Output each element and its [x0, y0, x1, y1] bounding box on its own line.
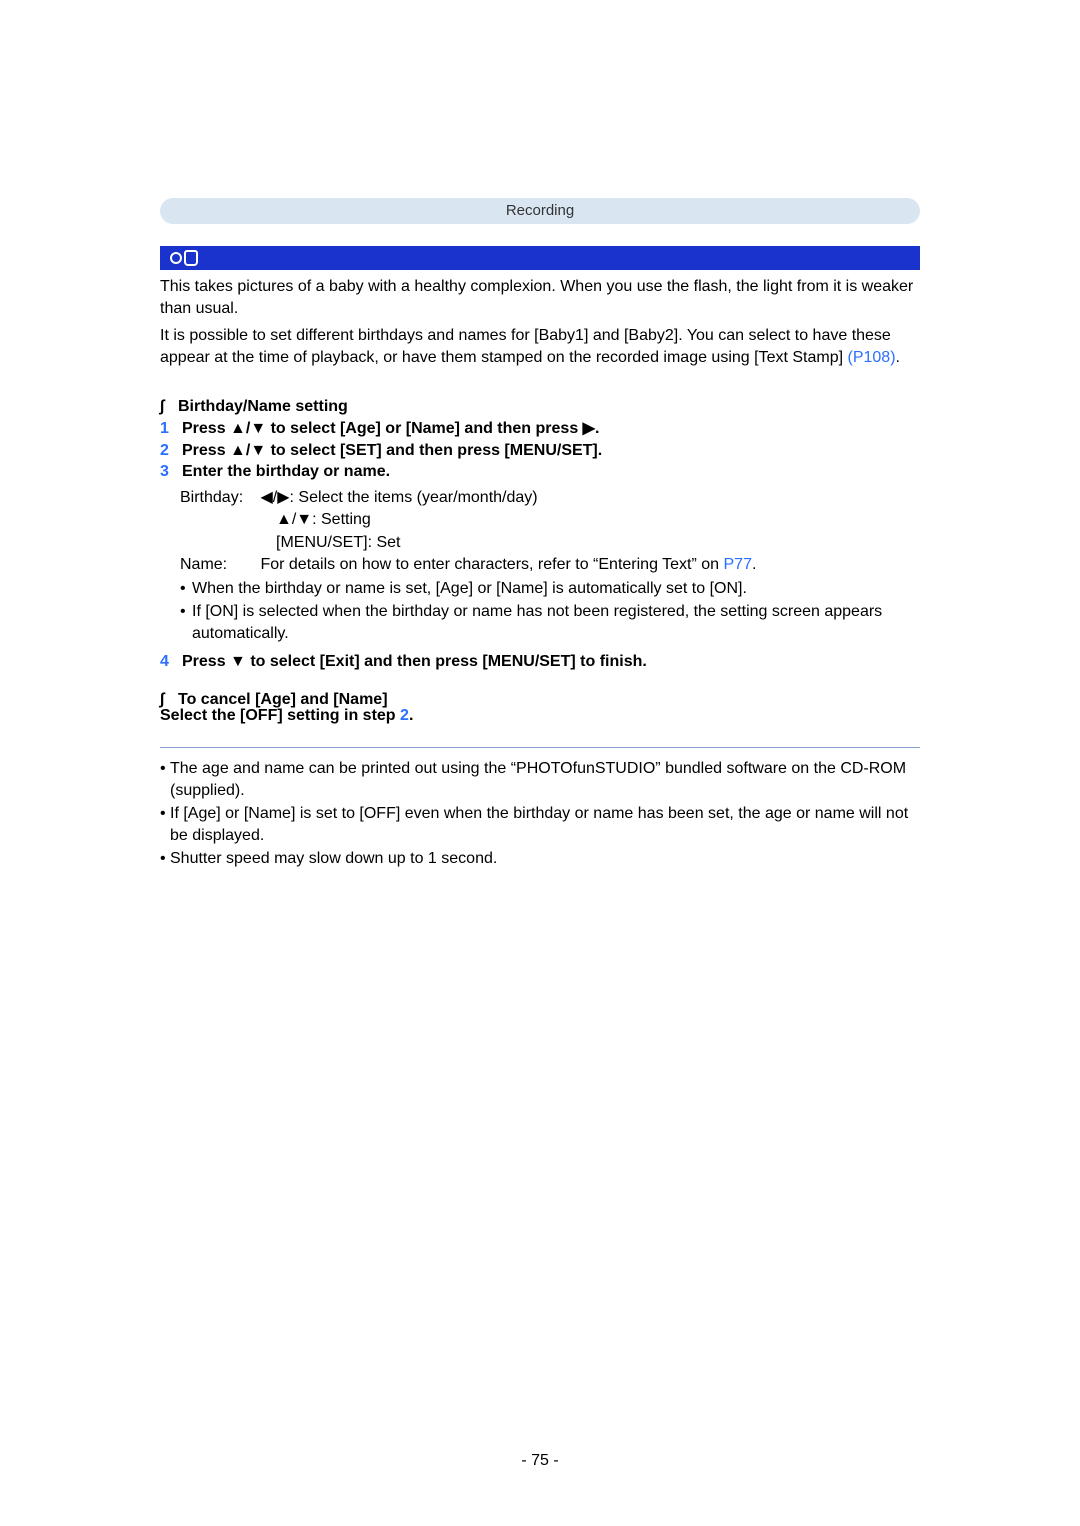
mode-title-bar: [160, 246, 920, 270]
intro-paragraph-2: It is possible to set different birthday…: [160, 325, 920, 368]
setting-heading: Birthday/Name setting: [178, 396, 348, 418]
birthday-rule-1: ◀/▶: Select the items (year/month/day): [260, 489, 537, 506]
baby-icon: [170, 250, 198, 266]
step3-notes: • When the birthday or name is set, [Age…: [180, 578, 920, 645]
step-number: 3: [160, 461, 182, 483]
step-1-text: Press ▲/▼ to select [Age] or [Name] and …: [182, 418, 599, 440]
name-label: Name:: [180, 554, 256, 576]
birthday-rule-2: ▲/▼: Setting: [276, 511, 371, 528]
cancel-instruction: Select the [OFF] setting in step 2.: [160, 707, 920, 725]
step-3-text: Enter the birthday or name.: [182, 461, 390, 483]
bullet-dot: •: [160, 803, 170, 848]
step-number: 1: [160, 418, 182, 440]
square-bullet: ∫: [160, 396, 178, 418]
cancel-b: .: [409, 707, 413, 724]
bullet-dot: •: [180, 601, 192, 646]
step-number: 2: [160, 440, 182, 462]
cancel-heading: To cancel [Age] and [Name]: [178, 691, 388, 708]
step-2-text: Press ▲/▼ to select [SET] and then press…: [182, 440, 602, 462]
bullet-2: If [ON] is selected when the birthday or…: [192, 601, 920, 646]
page: Recording This takes pictures of a baby …: [0, 0, 1080, 1526]
step-number: 4: [160, 651, 182, 673]
intro-paragraph-1: This takes pictures of a baby with a hea…: [160, 276, 920, 319]
cancel-a: Select the [OFF] setting in step: [160, 707, 400, 724]
link-p108[interactable]: (P108): [848, 349, 896, 366]
bullet-dot: •: [160, 758, 170, 803]
name-text-b: .: [752, 556, 756, 573]
birthday-name-setting: ∫ Birthday/Name setting 1 Press ▲/▼ to s…: [160, 396, 920, 673]
note-3: Shutter speed may slow down up to 1 seco…: [170, 848, 497, 870]
name-text-a: For details on how to enter characters, …: [260, 556, 723, 573]
note-1: The age and name can be printed out usin…: [170, 758, 920, 803]
footer-notes: • The age and name can be printed out us…: [160, 758, 920, 870]
intro-p2-b: .: [896, 349, 900, 366]
bullet-dot: •: [180, 578, 192, 600]
step-4-text: Press ▼ to select [Exit] and then press …: [182, 651, 647, 673]
divider: [160, 747, 920, 748]
intro-p2-a: It is possible to set different birthday…: [160, 327, 891, 366]
link-p77[interactable]: P77: [724, 556, 752, 573]
note-2: If [Age] or [Name] is set to [OFF] even …: [170, 803, 920, 848]
step3-details: Birthday: ◀/▶: Select the items (year/mo…: [180, 487, 920, 577]
bullet-1: When the birthday or name is set, [Age] …: [192, 578, 747, 600]
bullet-dot: •: [160, 848, 170, 870]
birthday-label: Birthday:: [180, 487, 256, 509]
section-header: Recording: [160, 198, 920, 224]
page-number: - 75 -: [0, 1452, 1080, 1470]
cancel-step-ref: 2: [400, 707, 409, 724]
birthday-rule-3: [MENU/SET]: Set: [276, 534, 400, 551]
